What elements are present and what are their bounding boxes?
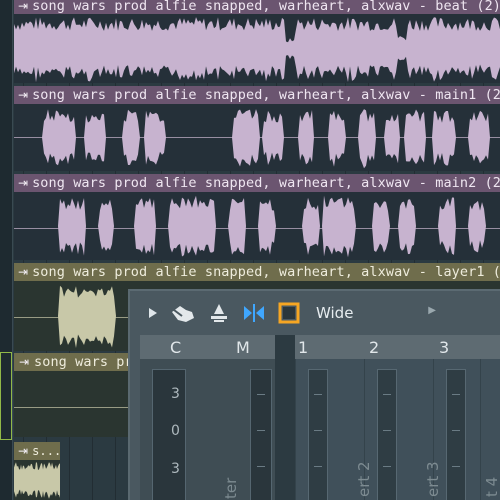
clip-waveform-area xyxy=(14,14,500,83)
chevron-right-icon[interactable]: ▶ xyxy=(428,305,436,316)
insert-track-2[interactable]: ert 2 xyxy=(355,359,433,500)
insert-number: 1 xyxy=(298,337,309,357)
clip-title: song wars prod alfie snapped, warheart, … xyxy=(32,175,500,191)
insert-fader[interactable] xyxy=(308,369,328,500)
master-track[interactable]: 3 0 3 ter xyxy=(140,359,275,500)
center-label[interactable]: C xyxy=(170,338,181,357)
clip-small[interactable]: ⇥ s... xyxy=(14,442,60,500)
waveform-centerline xyxy=(14,407,134,408)
clip-title: song wars prod alfie snapped, warheart, … xyxy=(32,87,500,103)
scale-label: 3 xyxy=(171,386,180,402)
master-fader[interactable] xyxy=(250,369,272,500)
waveform-small xyxy=(14,462,60,499)
master-track-name: ter xyxy=(222,477,240,499)
insert-track-1[interactable] xyxy=(295,359,364,500)
clip-menu-arrow-icon[interactable]: ⇥ xyxy=(18,176,28,190)
square-frame-icon[interactable] xyxy=(278,300,300,326)
clip-title: song wars pr xyxy=(34,354,133,370)
waveform-beat xyxy=(14,17,500,83)
stamp-icon[interactable] xyxy=(208,300,230,326)
daw-workspace: ⇥ song wars prod alfie snapped, warheart… xyxy=(0,0,500,500)
insert-track-name: ert 2 xyxy=(355,461,373,497)
clip-menu-arrow-icon[interactable]: ⇥ xyxy=(18,88,28,102)
insert-track-name: ert 3 xyxy=(424,461,442,497)
clip-header[interactable]: ⇥ song wars prod alfie snapped, warheart… xyxy=(14,174,500,192)
clip-waveform-area xyxy=(14,104,500,171)
clip-main2[interactable]: ⇥ song wars prod alfie snapped, warheart… xyxy=(14,174,500,260)
clip-beat[interactable]: ⇥ song wars prod alfie snapped, warheart… xyxy=(14,0,500,83)
clip-main1[interactable]: ⇥ song wars prod alfie snapped, warheart… xyxy=(14,86,500,171)
clip-waveform-area xyxy=(14,371,134,437)
mixer-toolbar: Wide ▶ xyxy=(130,291,500,335)
wide-mode-label[interactable]: Wide xyxy=(316,304,353,322)
clip-menu-arrow-icon[interactable]: ⇥ xyxy=(18,265,28,279)
insert-header: 1 2 3 xyxy=(295,335,500,359)
scale-label: 3 xyxy=(171,461,180,477)
insert-number: 2 xyxy=(369,337,380,357)
clip-title: s... xyxy=(32,444,60,458)
insert-fader[interactable] xyxy=(377,369,397,500)
master-level-scale: 3 0 3 xyxy=(152,369,186,500)
clip-menu-arrow-icon[interactable]: ⇥ xyxy=(18,444,28,458)
clip-title: song wars prod alfie snapped, warheart, … xyxy=(32,264,500,280)
waveform-main1 xyxy=(14,109,500,169)
waveform-main2 xyxy=(14,195,500,258)
insert-track-4[interactable]: t 4 xyxy=(480,359,500,500)
scale-label: 0 xyxy=(171,423,180,439)
clip-layer2[interactable]: ⇥ song wars pr xyxy=(14,353,134,437)
master-header: C M xyxy=(140,335,275,359)
insert-number: 3 xyxy=(439,337,450,357)
link-arrows-icon[interactable] xyxy=(242,300,266,326)
clip-menu-arrow-icon[interactable]: ⇥ xyxy=(18,355,30,369)
clip-header[interactable]: ⇥ song wars prod alfie snapped, warheart… xyxy=(14,263,500,281)
insert-track-name: t 4 xyxy=(483,476,500,497)
clip-header[interactable]: ⇥ song wars prod alfie snapped, warheart… xyxy=(14,86,500,104)
mixer-window[interactable]: Wide ▶ C M 1 2 3 3 0 3 ter ert 2 ert 3 t… xyxy=(128,289,500,500)
clip-title: song wars prod alfie snapped, warheart, … xyxy=(32,0,500,14)
clip-waveform-area xyxy=(14,460,60,500)
hand-pointer-icon[interactable] xyxy=(170,300,196,326)
clip-header[interactable]: ⇥ song wars prod alfie snapped, warheart… xyxy=(14,0,500,14)
mute-label[interactable]: M xyxy=(236,338,250,357)
clip-header[interactable]: ⇥ s... xyxy=(14,442,60,460)
selection-outline xyxy=(0,352,12,440)
clip-waveform-area xyxy=(14,192,500,260)
clip-header[interactable]: ⇥ song wars pr xyxy=(14,353,134,371)
insert-fader[interactable] xyxy=(446,369,466,500)
play-triangle-icon[interactable] xyxy=(148,300,158,326)
mixer-divider[interactable] xyxy=(275,335,295,500)
clip-menu-arrow-icon[interactable]: ⇥ xyxy=(18,0,28,13)
